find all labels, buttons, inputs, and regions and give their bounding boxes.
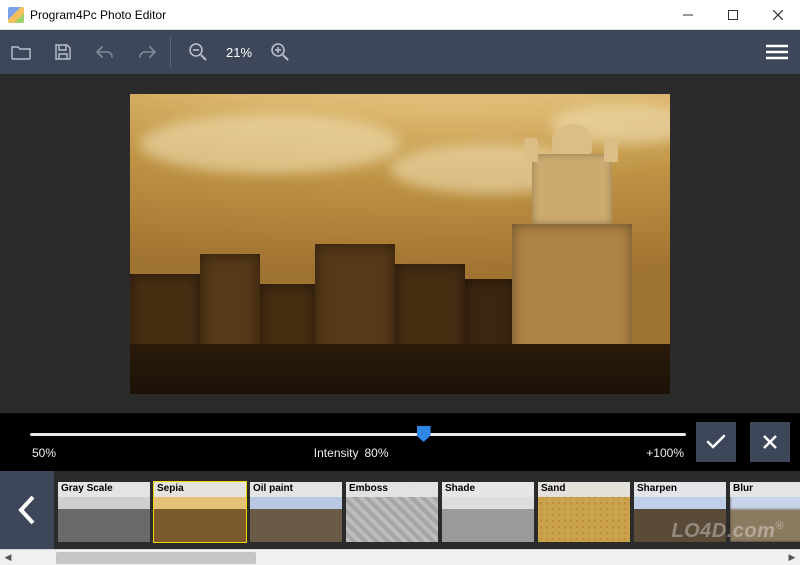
filter-thumb-sand[interactable]: Sand — [538, 482, 630, 542]
filter-thumb-label: Shade — [442, 482, 534, 497]
filter-thumb-label: Sepia — [154, 482, 246, 497]
scroll-right-button[interactable]: ▶ — [784, 550, 800, 565]
app-icon — [8, 7, 24, 23]
filter-thumb-sepia[interactable]: Sepia — [154, 482, 246, 542]
filter-thumbnails[interactable]: Gray Scale Sepia Oil paint Emboss Shade Sand S… — [54, 471, 800, 549]
redo-button[interactable] — [126, 30, 168, 74]
toolbar-separator — [170, 37, 171, 67]
intensity-slider[interactable] — [30, 424, 686, 444]
filter-thumb-oil-paint[interactable]: Oil paint — [250, 482, 342, 542]
titlebar: Program4Pc Photo Editor — [0, 0, 800, 30]
filter-thumb-sharpen[interactable]: Sharpen — [634, 482, 726, 542]
zoom-level: 21% — [219, 45, 259, 60]
filter-thumb-blur[interactable]: Blur — [730, 482, 800, 542]
filter-thumb-label: Gray Scale — [58, 482, 150, 497]
filter-thumb-label: Sand — [538, 482, 630, 497]
canvas-area[interactable] — [0, 74, 800, 413]
close-button[interactable] — [755, 0, 800, 30]
filter-strip: Gray Scale Sepia Oil paint Emboss Shade Sand S… — [0, 471, 800, 549]
filter-thumb-emboss[interactable]: Emboss — [346, 482, 438, 542]
filter-thumb-shade[interactable]: Shade — [442, 482, 534, 542]
window-title: Program4Pc Photo Editor — [30, 8, 166, 22]
scroll-left-button[interactable]: ◀ — [0, 550, 16, 565]
scroll-track[interactable] — [16, 550, 784, 565]
intensity-min: 50% — [32, 446, 56, 460]
horizontal-scrollbar[interactable]: ◀ ▶ — [0, 549, 800, 565]
save-button[interactable] — [42, 30, 84, 74]
scroll-thumb[interactable] — [56, 552, 256, 564]
zoom-out-button[interactable] — [177, 30, 219, 74]
menu-button[interactable] — [754, 30, 800, 74]
filter-thumb-label: Emboss — [346, 482, 438, 497]
intensity-panel: 50% Intensity 80% +100% — [0, 413, 800, 471]
filter-thumb-label: Sharpen — [634, 482, 726, 497]
maximize-button[interactable] — [710, 0, 755, 30]
intensity-max: +100% — [646, 446, 684, 460]
undo-button[interactable] — [84, 30, 126, 74]
photo-preview — [130, 94, 670, 394]
toolbar: 21% — [0, 30, 800, 74]
open-button[interactable] — [0, 30, 42, 74]
apply-button[interactable] — [696, 422, 736, 462]
filter-thumb-gray-scale[interactable]: Gray Scale — [58, 482, 150, 542]
cancel-button[interactable] — [750, 422, 790, 462]
zoom-in-button[interactable] — [259, 30, 301, 74]
intensity-value: 80% — [365, 446, 389, 460]
back-button[interactable] — [0, 471, 54, 549]
intensity-name: Intensity — [314, 446, 359, 460]
slider-thumb[interactable] — [417, 426, 431, 442]
filter-thumb-label: Blur — [730, 482, 800, 497]
minimize-button[interactable] — [665, 0, 710, 30]
filter-thumb-label: Oil paint — [250, 482, 342, 497]
